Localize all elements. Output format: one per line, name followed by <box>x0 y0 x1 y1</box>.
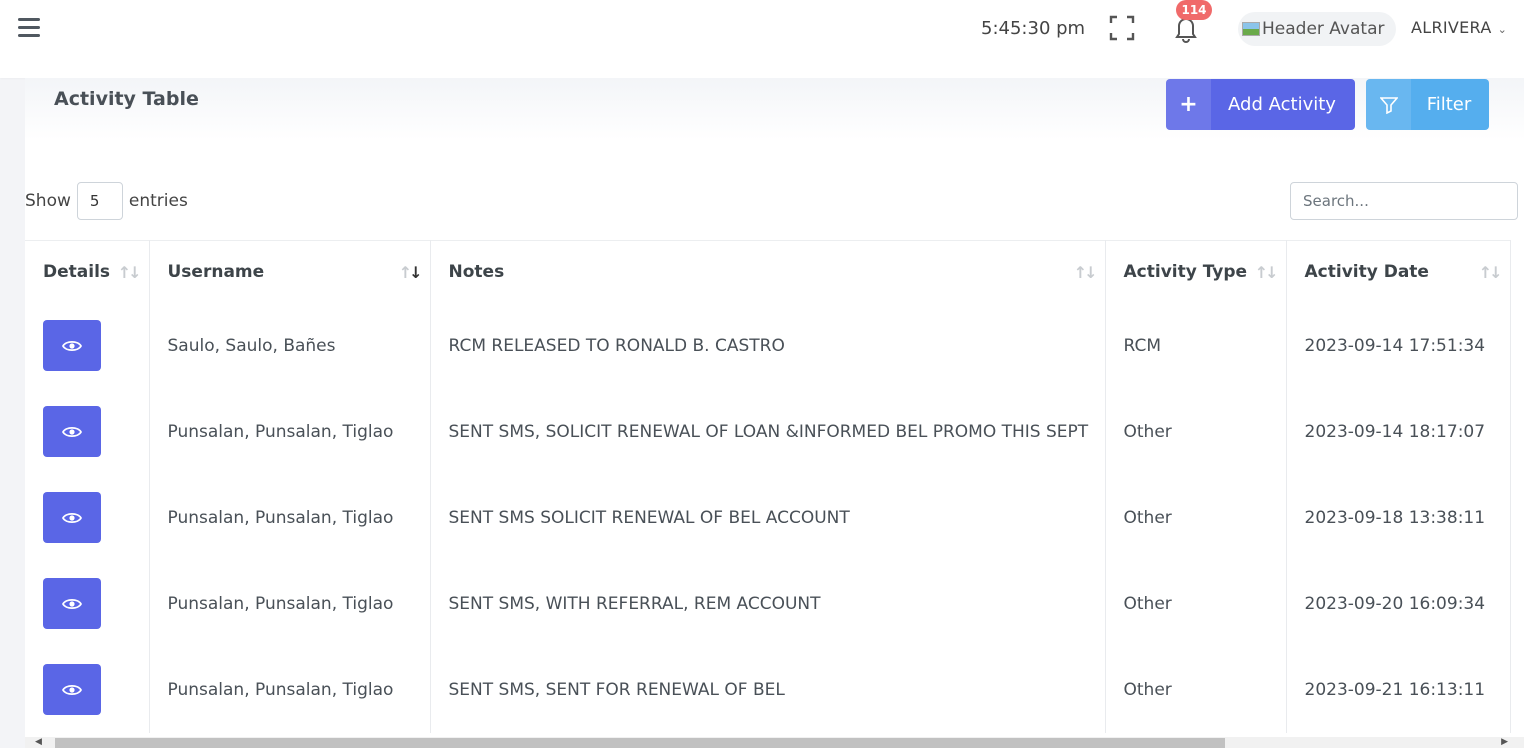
column-header-details[interactable]: Details ↑↓ <box>25 240 150 303</box>
username-cell: Saulo, Saulo, Bañes <box>149 302 431 389</box>
activity-type-cell: Other <box>1105 474 1287 561</box>
activity-date-cell: 2023-09-18 13:38:11 <box>1286 474 1511 561</box>
header-clock: 5:45:30 pm <box>981 18 1086 39</box>
add-activity-button[interactable]: + Add Activity <box>1166 79 1355 130</box>
scroll-right-icon[interactable]: ▶ <box>1501 737 1508 748</box>
eye-icon <box>62 684 82 695</box>
activity-type-cell: Other <box>1105 388 1287 475</box>
view-details-button[interactable] <box>43 578 101 629</box>
plus-icon: + <box>1166 79 1211 130</box>
user-menu[interactable]: ALRIVERA ⌄ <box>1411 18 1507 37</box>
horizontal-scrollbar[interactable]: ◀ ▶ <box>25 737 1524 748</box>
top-header: 5:45:30 pm 114 Header Avatar ALRIVERA ⌄ <box>0 0 1524 78</box>
activity-type-cell: Other <box>1105 560 1287 647</box>
hamburger-menu-icon[interactable] <box>18 18 40 38</box>
notes-cell: SENT SMS SOLICIT RENEWAL OF BEL ACCOUNT <box>430 474 1106 561</box>
notes-cell: SENT SMS, SENT FOR RENEWAL OF BEL <box>430 646 1106 733</box>
activity-date-cell: 2023-09-14 18:17:07 <box>1286 388 1511 475</box>
column-header-notes[interactable]: Notes ↑↓ <box>430 240 1106 303</box>
activity-date-cell: 2023-09-21 16:13:11 <box>1286 646 1511 733</box>
table-row: Punsalan, Punsalan, Tiglao SENT SMS, WIT… <box>25 560 1511 647</box>
chevron-down-icon: ⌄ <box>1497 23 1508 36</box>
filter-label: Filter <box>1426 94 1472 115</box>
scroll-left-icon[interactable]: ◀ <box>35 737 42 748</box>
sort-icon: ↑↓ <box>117 263 142 282</box>
username-cell: Punsalan, Punsalan, Tiglao <box>149 388 431 475</box>
eye-icon <box>62 598 82 609</box>
username-cell: Punsalan, Punsalan, Tiglao <box>149 474 431 561</box>
column-header-username[interactable]: Username ↑↓ <box>149 240 431 303</box>
column-header-activity-date[interactable]: Activity Date ↑↓ <box>1286 240 1511 303</box>
username-cell: Punsalan, Punsalan, Tiglao <box>149 646 431 733</box>
entries-control: Show 5 entries <box>25 182 188 220</box>
entries-label: entries <box>128 191 188 211</box>
view-details-button[interactable] <box>43 320 101 371</box>
avatar-alt-text: Header Avatar <box>1262 19 1385 39</box>
filter-icon <box>1366 79 1411 130</box>
table-row: Punsalan, Punsalan, Tiglao SENT SMS, SOL… <box>25 388 1511 475</box>
activity-card: Activity Table + Add Activity Filter Sho… <box>25 78 1524 748</box>
show-label: Show <box>25 191 71 211</box>
notification-count-badge: 114 <box>1176 0 1212 20</box>
activity-table: Details ↑↓ Username ↑↓ Notes ↑↓ Activity Ty… <box>25 240 1511 733</box>
table-row: Punsalan, Punsalan, Tiglao SENT SMS, SEN… <box>25 646 1511 733</box>
activity-type-cell: Other <box>1105 646 1287 733</box>
table-row: Saulo, Saulo, Bañes RCM RELEASED TO RONA… <box>25 302 1511 389</box>
table-row: Punsalan, Punsalan, Tiglao SENT SMS SOLI… <box>25 474 1511 561</box>
fullscreen-icon[interactable] <box>1109 15 1135 41</box>
search-input[interactable] <box>1290 182 1518 220</box>
avatar[interactable]: Header Avatar <box>1238 12 1396 46</box>
username-cell: Punsalan, Punsalan, Tiglao <box>149 560 431 647</box>
eye-icon <box>62 512 82 523</box>
add-activity-label: Add Activity <box>1228 94 1336 115</box>
page-title: Activity Table <box>54 88 199 110</box>
column-header-activity-type[interactable]: Activity Type ↑↓ <box>1105 240 1287 303</box>
sort-icon: ↑↓ <box>1254 263 1279 282</box>
sort-icon: ↑↓ <box>1478 263 1503 282</box>
sort-icon: ↑↓ <box>1073 263 1098 282</box>
notes-cell: SENT SMS, SOLICIT RENEWAL OF LOAN &INFOR… <box>430 388 1106 475</box>
view-details-button[interactable] <box>43 664 101 715</box>
sort-desc-icon: ↑↓ <box>398 263 423 282</box>
filter-button[interactable]: Filter <box>1366 79 1489 130</box>
broken-image-icon <box>1242 22 1260 36</box>
view-details-button[interactable] <box>43 492 101 543</box>
view-details-button[interactable] <box>43 406 101 457</box>
activity-date-cell: 2023-09-14 17:51:34 <box>1286 302 1511 389</box>
user-name: ALRIVERA <box>1411 18 1492 37</box>
activity-date-cell: 2023-09-20 16:09:34 <box>1286 560 1511 647</box>
eye-icon <box>62 340 82 351</box>
notes-cell: SENT SMS, WITH REFERRAL, REM ACCOUNT <box>430 560 1106 647</box>
activity-type-cell: RCM <box>1105 302 1287 389</box>
scrollbar-thumb[interactable] <box>55 738 1225 748</box>
entries-select[interactable]: 5 <box>76 182 123 220</box>
eye-icon <box>62 426 82 437</box>
notes-cell: RCM RELEASED TO RONALD B. CASTRO <box>430 302 1106 389</box>
